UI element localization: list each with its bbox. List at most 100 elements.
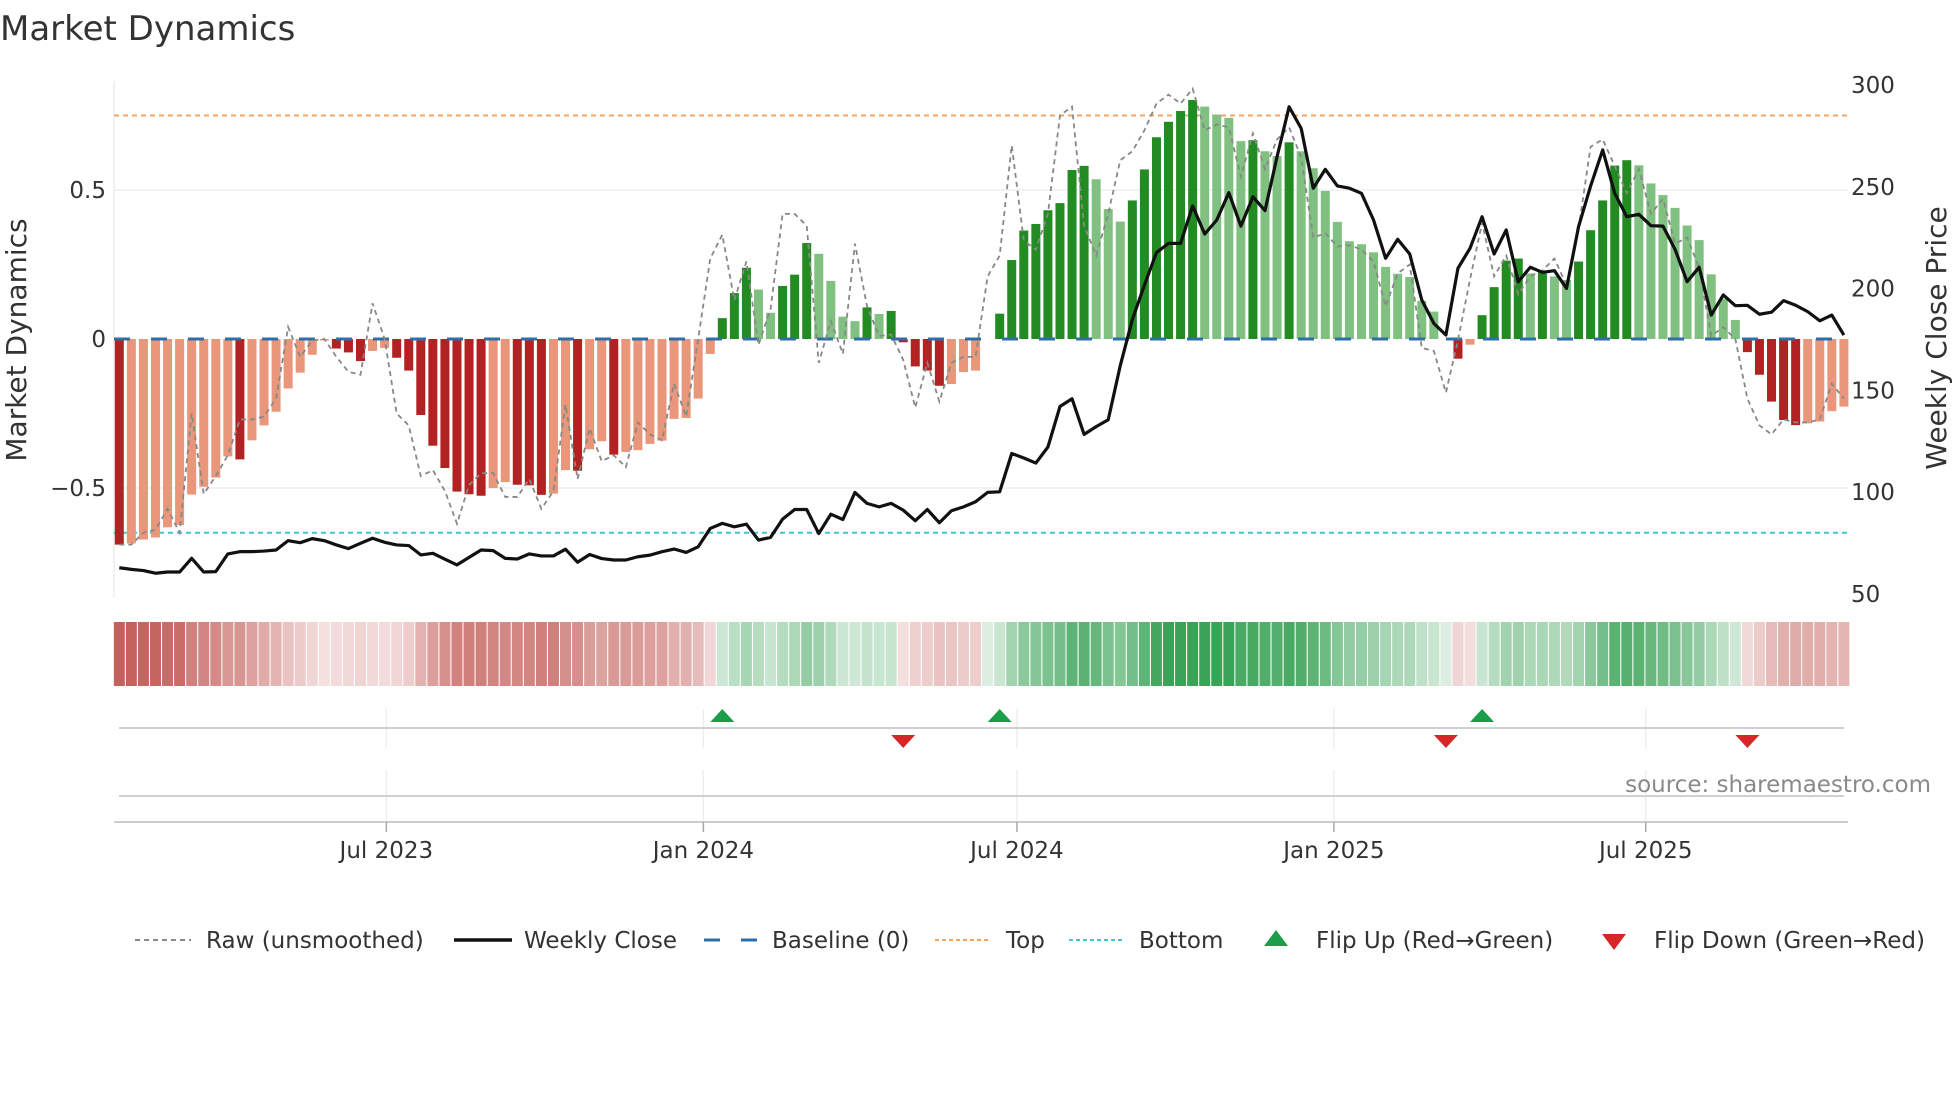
heat-cell xyxy=(789,622,801,686)
heat-cell xyxy=(186,622,198,686)
heat-cell xyxy=(475,622,487,686)
momentum-bar xyxy=(1115,221,1125,339)
right-tick-label: 150 xyxy=(1851,378,1895,404)
heat-cell xyxy=(1054,622,1066,686)
momentum-bar xyxy=(536,339,546,495)
x-tick-label: Jan 2025 xyxy=(1281,838,1384,864)
momentum-bar xyxy=(1164,121,1174,340)
heat-cell xyxy=(1536,622,1548,686)
momentum-bar xyxy=(271,339,281,412)
heat-cell xyxy=(1199,622,1211,686)
heat-cell xyxy=(379,622,391,686)
heat-cell xyxy=(1705,622,1717,686)
heat-cell xyxy=(1090,622,1102,686)
momentum-bar xyxy=(633,339,643,451)
heat-cell xyxy=(463,622,475,686)
legend-baseline-label: Baseline (0) xyxy=(772,928,909,954)
heat-cell xyxy=(246,622,258,686)
momentum-bar xyxy=(609,339,619,455)
momentum-bar xyxy=(561,339,571,471)
heat-cell xyxy=(1597,622,1609,686)
heat-cell xyxy=(1476,622,1488,686)
momentum-bar xyxy=(693,339,703,399)
heat-cell xyxy=(801,622,813,686)
heat-cell xyxy=(1355,622,1367,686)
momentum-bar xyxy=(211,339,221,478)
momentum-bar xyxy=(1718,298,1728,339)
momentum-bar xyxy=(1272,156,1282,339)
momentum-bar xyxy=(428,339,438,446)
heat-cell xyxy=(572,622,584,686)
momentum-bar xyxy=(1634,165,1644,339)
momentum-bar xyxy=(1586,230,1596,339)
heat-cell xyxy=(656,622,668,686)
x-tick-label: Jul 2024 xyxy=(968,838,1064,864)
heat-cell xyxy=(813,622,825,686)
heat-cell xyxy=(644,622,656,686)
momentum-bar xyxy=(126,339,136,544)
heat-cell xyxy=(499,622,511,686)
heat-cell xyxy=(1561,622,1572,686)
momentum-bar xyxy=(1103,209,1113,339)
momentum-bar xyxy=(500,339,510,483)
momentum-bar xyxy=(452,339,462,492)
heat-cell xyxy=(1814,622,1826,686)
heat-cell xyxy=(1488,622,1500,686)
heat-cell xyxy=(970,622,982,686)
heat-cell xyxy=(1440,622,1452,686)
flip-down-marker xyxy=(1735,735,1760,748)
heat-cell xyxy=(1175,622,1187,686)
momentum-bar xyxy=(1574,261,1584,339)
heat-cell xyxy=(716,622,728,686)
heat-cell xyxy=(1621,622,1633,686)
market-dynamics-chart: Market Dynamics 0.5 0 −0.5 300 250 200 150 100 5… xyxy=(0,9,1953,954)
heat-cell xyxy=(270,622,282,686)
heat-cell xyxy=(1030,622,1042,686)
momentum-bar xyxy=(223,339,233,457)
heat-cell xyxy=(1573,622,1585,686)
heat-cell xyxy=(692,622,704,686)
heat-cell xyxy=(523,622,535,686)
heat-cell xyxy=(1223,622,1235,686)
momentum-bar xyxy=(1091,179,1101,339)
heat-cell xyxy=(1681,622,1693,686)
right-axis-label: Weekly Close Price xyxy=(1920,206,1953,469)
heat-cell xyxy=(1114,622,1126,686)
momentum-bar xyxy=(1260,151,1270,339)
momentum-bar xyxy=(343,339,353,353)
heat-cell xyxy=(1271,622,1283,686)
right-tick-label: 100 xyxy=(1851,480,1895,506)
heat-cell xyxy=(1319,622,1331,686)
heat-cell xyxy=(1416,622,1428,686)
momentum-bar xyxy=(585,339,595,450)
momentum-bar xyxy=(573,339,583,471)
momentum-bar xyxy=(1344,241,1354,339)
heat-cell xyxy=(415,622,427,686)
heat-cell xyxy=(680,622,692,686)
heat-cell xyxy=(1729,622,1741,686)
heat-cell xyxy=(403,622,415,686)
heat-cell xyxy=(1645,622,1657,686)
momentum-bar xyxy=(235,339,245,460)
heat-cell xyxy=(198,622,210,686)
momentum-bar xyxy=(1670,207,1680,339)
heat-cell xyxy=(1018,622,1030,686)
heat-cell xyxy=(1778,622,1790,686)
heat-cell xyxy=(1138,622,1150,686)
momentum-bar xyxy=(138,339,148,540)
momentum-bar xyxy=(669,339,679,419)
heat-cell xyxy=(162,622,174,686)
momentum-bar xyxy=(1369,252,1379,339)
left-tick-label: −0.5 xyxy=(50,476,106,502)
heat-cell xyxy=(318,622,330,686)
momentum-bar xyxy=(934,339,944,386)
heat-cell xyxy=(1235,622,1247,686)
left-axis-label: Market Dynamics xyxy=(0,218,33,461)
heat-cell xyxy=(1838,622,1850,686)
heat-cell xyxy=(487,622,499,686)
heat-cell xyxy=(982,622,994,686)
momentum-bar xyxy=(621,339,631,452)
heat-cell xyxy=(1380,622,1392,686)
heat-cell xyxy=(1404,622,1416,686)
momentum-bar xyxy=(1803,339,1813,424)
